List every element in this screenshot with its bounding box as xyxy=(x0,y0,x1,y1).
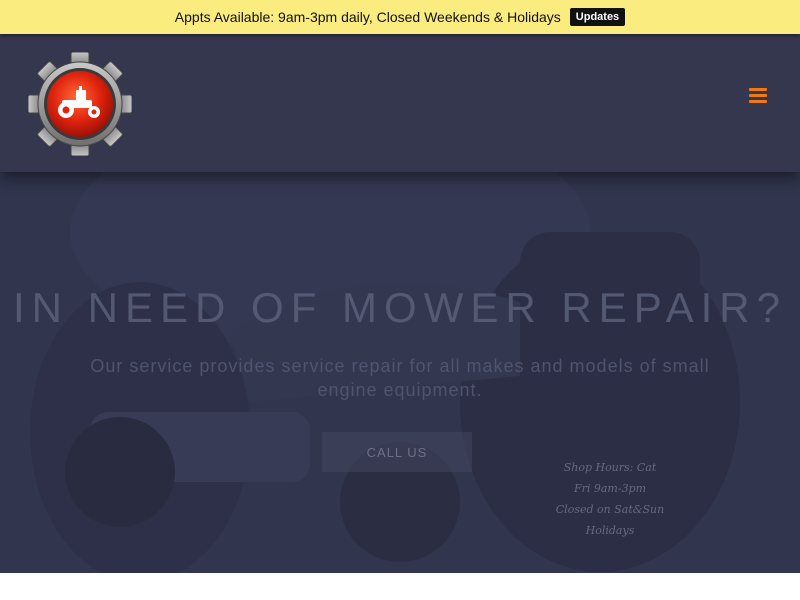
sign-line: Fri 9am-3pm xyxy=(573,482,647,495)
announcement-text: Appts Available: 9am-3pm daily, Closed W… xyxy=(174,9,561,25)
sign-line: Holidays xyxy=(585,524,635,537)
call-us-button[interactable]: CALL US xyxy=(322,432,472,472)
hamburger-menu-icon[interactable] xyxy=(749,88,767,104)
handwritten-sign: Shop Hours: Cat Fri 9am-3pm Closed on Sa… xyxy=(535,457,685,541)
sign-line: Closed on Sat&Sun xyxy=(555,503,665,516)
sign-line: Shop Hours: Cat xyxy=(563,461,657,474)
hero-title: IN NEED OF MOWER REPAIR? xyxy=(13,284,787,331)
updates-button[interactable]: Updates xyxy=(569,8,626,26)
announcement-bar: Appts Available: 9am-3pm daily, Closed W… xyxy=(0,0,800,34)
gear-tractor-logo[interactable] xyxy=(27,51,133,157)
site-header xyxy=(0,34,800,172)
logo-icon xyxy=(27,51,133,157)
hero-section: IN NEED OF MOWER REPAIR? Our service pro… xyxy=(0,172,800,573)
hero-subtitle: Our service provides service repair for … xyxy=(90,356,710,400)
